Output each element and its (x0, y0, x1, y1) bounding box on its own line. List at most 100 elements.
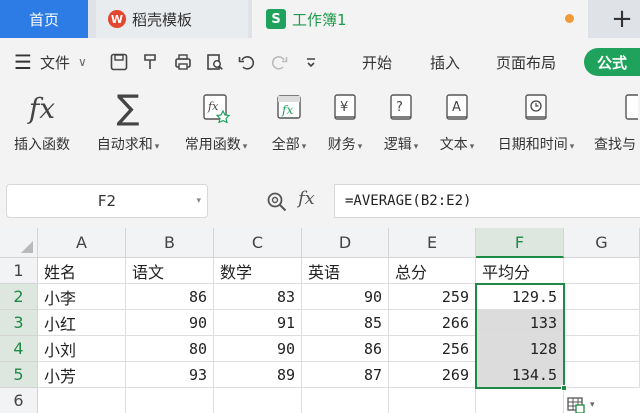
formula-input[interactable]: =AVERAGE(B2:E2) (334, 184, 640, 218)
undo-icon[interactable] (237, 52, 257, 72)
cell-e6[interactable] (389, 388, 476, 413)
cell-d1[interactable]: 英语 (302, 258, 389, 284)
yen-book-icon: ¥ (334, 94, 356, 120)
cell-a3[interactable]: 小红 (38, 310, 126, 336)
cell-c6[interactable] (214, 388, 302, 413)
row-header-6[interactable]: 6 (0, 388, 38, 413)
cell-d5[interactable]: 87 (302, 362, 389, 388)
file-menu-button[interactable]: ☰ 文件 ∨ (14, 46, 87, 78)
column-header-d[interactable]: D (302, 228, 389, 258)
dropdown-arrow-icon: ▾ (569, 142, 575, 152)
cell-a1[interactable]: 姓名 (38, 258, 126, 284)
cell-f4[interactable]: 128 (476, 336, 564, 362)
cell-b2[interactable]: 86 (126, 284, 214, 310)
svg-text:A: A (452, 100, 461, 115)
insert-function-fx-icon[interactable]: fx (298, 188, 315, 209)
quick-analysis-button[interactable]: ▾ (566, 394, 606, 413)
unsaved-dot-icon (565, 14, 574, 23)
tab-workbook[interactable]: S 工作簿1 (252, 0, 588, 38)
menu-insert[interactable]: 插入 (430, 52, 460, 73)
column-header-a[interactable]: A (38, 228, 126, 258)
cell-g2[interactable] (564, 284, 640, 310)
cell-b6[interactable] (126, 388, 214, 413)
sigma-icon: ∑ (116, 88, 140, 128)
fx-box-icon: fx (277, 95, 301, 119)
cell-e4[interactable]: 256 (389, 336, 476, 362)
fx-icon: fx (28, 91, 56, 125)
zoom-search-icon[interactable] (266, 191, 288, 213)
redo-icon[interactable] (269, 52, 289, 72)
menu-start[interactable]: 开始 (362, 52, 392, 73)
logical-button[interactable]: ? 逻辑 ▾ (376, 86, 426, 162)
tab-templates[interactable]: W 稻壳模板 (96, 0, 248, 38)
menu-page-layout[interactable]: 页面布局 (496, 52, 556, 73)
cell-c4[interactable]: 90 (214, 336, 302, 362)
plus-icon: + (611, 4, 633, 34)
clock-book-icon (525, 94, 547, 120)
all-functions-button[interactable]: fx 全部 ▾ (264, 86, 314, 162)
row-header-1[interactable]: 1 (0, 258, 38, 284)
cell-d6[interactable] (302, 388, 389, 413)
format-painter-icon[interactable] (141, 52, 161, 72)
tab-home[interactable]: 首页 (0, 0, 88, 38)
cell-e2[interactable]: 259 (389, 284, 476, 310)
menu-bar: ☰ 文件 ∨ 开始 插入 页面布局 公式 (0, 38, 640, 86)
cell-e5[interactable]: 269 (389, 362, 476, 388)
text-functions-button[interactable]: A 文本 ▾ (432, 86, 482, 162)
dropdown-arrow-icon: ▾ (357, 142, 363, 152)
row-header-5[interactable]: 5 (0, 362, 38, 388)
row-header-3[interactable]: 3 (0, 310, 38, 336)
cell-a5[interactable]: 小芳 (38, 362, 126, 388)
cell-c1[interactable]: 数学 (214, 258, 302, 284)
cell-f5[interactable]: 134.5 (476, 362, 564, 388)
cell-a4[interactable]: 小刘 (38, 336, 126, 362)
column-header-c[interactable]: C (214, 228, 302, 258)
lookup-button[interactable]: 查找与 (594, 86, 640, 162)
common-functions-button[interactable]: fx 常用函数 ▾ (176, 86, 256, 162)
financial-button[interactable]: ¥ 财务 ▾ (320, 86, 370, 162)
cell-b5[interactable]: 93 (126, 362, 214, 388)
column-header-e[interactable]: E (389, 228, 476, 258)
cell-c3[interactable]: 91 (214, 310, 302, 336)
cell-g4[interactable] (564, 336, 640, 362)
print-icon[interactable] (173, 52, 193, 72)
row-header-2[interactable]: 2 (0, 284, 38, 310)
menu-formula[interactable]: 公式 (584, 48, 640, 76)
cell-a2[interactable]: 小李 (38, 284, 126, 310)
insert-function-button[interactable]: fx 插入函数 (8, 86, 76, 162)
cell-g5[interactable] (564, 362, 640, 388)
cell-f3[interactable]: 133 (476, 310, 564, 336)
name-box-dropdown-icon[interactable]: ▾ (196, 196, 201, 206)
name-box[interactable]: F2 ▾ (6, 184, 208, 218)
cell-d2[interactable]: 90 (302, 284, 389, 310)
customize-toolbar-icon[interactable] (301, 52, 321, 72)
date-time-button[interactable]: 日期和时间 ▾ (488, 86, 584, 162)
cell-f1[interactable]: 平均分 (476, 258, 564, 284)
column-header-g[interactable]: G (564, 228, 640, 258)
cell-f2[interactable]: 129.5 (476, 284, 564, 310)
autosum-button[interactable]: ∑ 自动求和 ▾ (88, 86, 168, 162)
column-header-b[interactable]: B (126, 228, 214, 258)
text-functions-label: 文本 (439, 137, 468, 153)
cell-e3[interactable]: 266 (389, 310, 476, 336)
cell-b3[interactable]: 90 (126, 310, 214, 336)
cell-c2[interactable]: 83 (214, 284, 302, 310)
fill-handle[interactable] (561, 385, 567, 391)
cell-b4[interactable]: 80 (126, 336, 214, 362)
new-tab-button[interactable]: + (604, 0, 640, 38)
cell-b1[interactable]: 语文 (126, 258, 214, 284)
cell-d4[interactable]: 86 (302, 336, 389, 362)
question-book-icon: ? (390, 94, 412, 120)
select-all-corner[interactable] (0, 228, 38, 258)
cell-g3[interactable] (564, 310, 640, 336)
cell-f6[interactable] (476, 388, 564, 413)
cell-c5[interactable]: 89 (214, 362, 302, 388)
row-header-4[interactable]: 4 (0, 336, 38, 362)
column-header-f[interactable]: F (476, 228, 564, 258)
print-preview-icon[interactable] (205, 52, 225, 72)
cell-a6[interactable] (38, 388, 126, 413)
cell-g1[interactable] (564, 258, 640, 284)
cell-d3[interactable]: 85 (302, 310, 389, 336)
save-icon[interactable] (109, 52, 129, 72)
cell-e1[interactable]: 总分 (389, 258, 476, 284)
